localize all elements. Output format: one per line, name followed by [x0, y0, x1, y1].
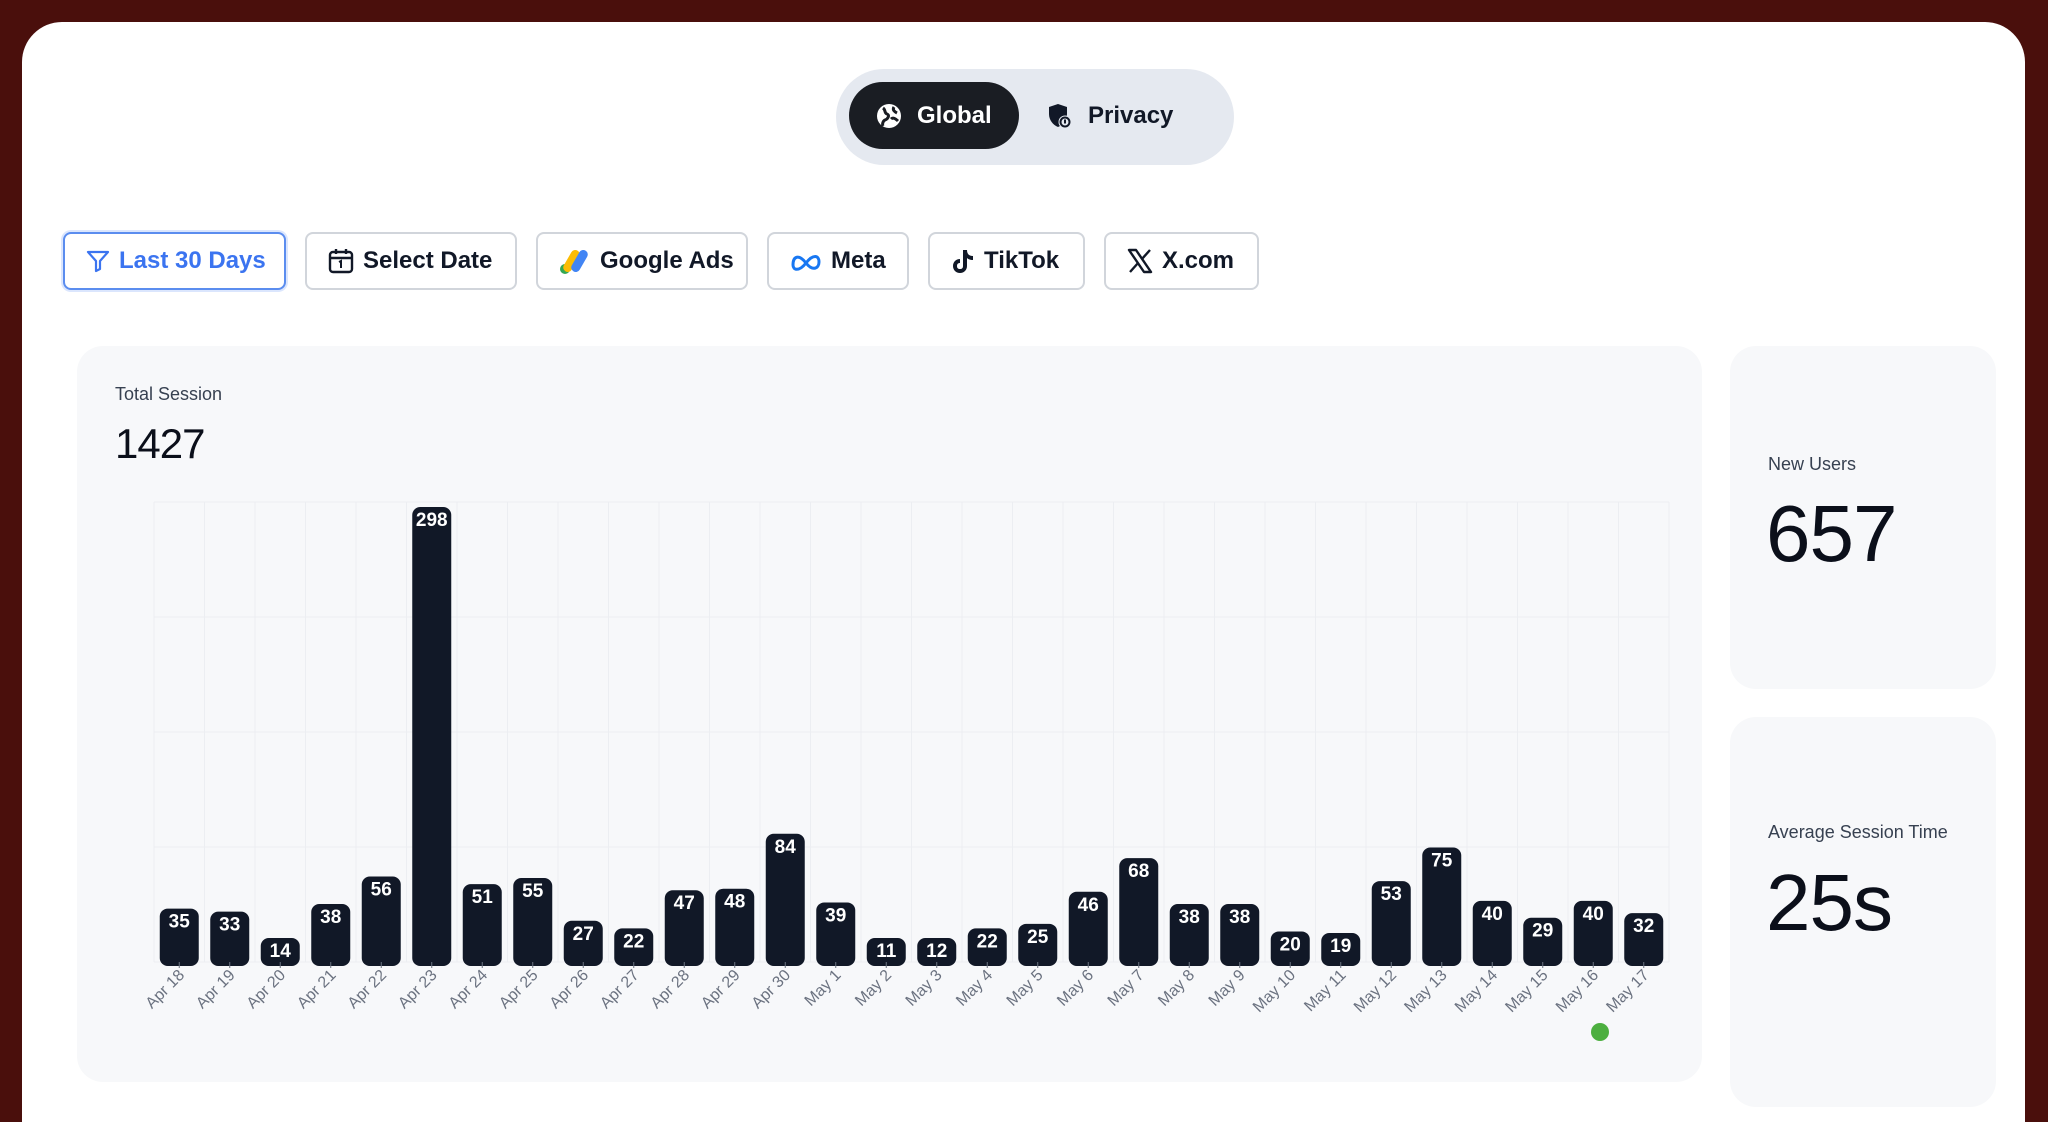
section-heading-clipped [44, 202, 214, 228]
x-tick-label: May 15 [1502, 967, 1551, 1016]
new-users-label: New Users [1768, 454, 1857, 474]
total-session-card: Total Session 1427 35 Apr 18 33 Apr 19 14 Apr… [77, 346, 1702, 1082]
x-tick-label: May 17 [1603, 967, 1652, 1016]
bar-value-label: 298 [416, 510, 448, 531]
bar-value-label: 27 [573, 924, 594, 945]
bar-value-label: 84 [775, 837, 797, 858]
bar-value-label: 39 [825, 905, 846, 926]
globe-icon [877, 103, 901, 128]
x-tick-label: May 10 [1250, 967, 1299, 1016]
x-tick-label: May 4 [953, 967, 996, 1010]
xcom-label: X.com [1162, 247, 1235, 274]
select-date-label: Select Date [363, 247, 493, 274]
tiktok-icon [953, 250, 973, 273]
x-tick-label: May 7 [1105, 967, 1148, 1010]
bar-value-label: 25 [1027, 927, 1049, 948]
x-tick-label: May 11 [1301, 967, 1349, 1015]
bar-value-label: 38 [1179, 907, 1200, 928]
sessions-bar-chart: 35 Apr 18 33 Apr 19 14 Apr 20 38 Apr 21 56 Apr 22… [143, 501, 1670, 1041]
avg-session-time-card: Average Session Time 25s [1730, 717, 1996, 1107]
bar-value-label: 51 [472, 887, 494, 908]
x-logo-icon [1127, 248, 1153, 274]
view-toggle: Global Privacy [836, 69, 1234, 165]
bar-value-label: 46 [1078, 895, 1099, 916]
bar-value-label: 48 [724, 892, 745, 913]
bar-value-label: 40 [1583, 904, 1604, 925]
bar-value-label: 38 [320, 907, 341, 928]
bar-value-label: 56 [371, 880, 392, 901]
bar-value-label: 29 [1532, 921, 1553, 942]
new-users-value: 657 [1766, 489, 1897, 578]
meta-label: Meta [831, 247, 886, 274]
global-toggle-button[interactable]: Global [849, 82, 1019, 149]
x-tick-label: Apr 25 [496, 967, 541, 1012]
bar-value-label: 22 [623, 931, 644, 952]
shield-lock-icon [1049, 103, 1072, 128]
bar-value-label: 20 [1280, 934, 1301, 955]
x-tick-label: Apr 19 [193, 967, 238, 1012]
google-ads-button[interactable]: Google Ads [536, 232, 748, 290]
last-30-days-label: Last 30 Days [119, 247, 266, 274]
x-tick-label: Apr 23 [395, 967, 440, 1012]
bar-value-label: 47 [674, 893, 695, 914]
section-heading-text [44, 205, 53, 228]
select-date-button[interactable]: Select Date [305, 232, 517, 290]
x-tick-label: May 5 [1004, 967, 1047, 1010]
bar-value-label: 14 [270, 941, 292, 962]
filter-icon [86, 250, 110, 273]
x-tick-label: Apr 29 [698, 967, 743, 1012]
privacy-toggle-button[interactable]: Privacy [1034, 82, 1224, 149]
xcom-button[interactable]: X.com [1104, 232, 1259, 290]
x-tick-label: May 13 [1401, 967, 1450, 1016]
bar-value-label: 19 [1330, 936, 1351, 957]
last-30-days-button[interactable]: Last 30 Days [63, 232, 286, 290]
bar-value-label: 35 [169, 912, 191, 933]
bar-value-label: 12 [926, 941, 947, 962]
x-tick-label: Apr 24 [446, 967, 491, 1012]
bar-value-label: 68 [1128, 861, 1149, 882]
x-tick-label: May 6 [1054, 967, 1097, 1010]
bar-value-label: 40 [1482, 904, 1503, 925]
global-toggle-label: Global [917, 101, 992, 129]
bar-value-label: 32 [1633, 916, 1654, 937]
privacy-toggle-label: Privacy [1088, 101, 1174, 129]
chart-bar[interactable] [412, 507, 452, 966]
x-tick-label: Apr 20 [244, 967, 289, 1012]
bar-value-label: 53 [1381, 884, 1402, 905]
bar-value-label: 33 [219, 915, 240, 936]
x-tick-label: May 2 [852, 967, 895, 1010]
status-dot [1591, 1023, 1609, 1041]
x-tick-label: Apr 26 [547, 967, 592, 1012]
new-users-card: New Users 657 [1730, 346, 1996, 689]
x-tick-label: Apr 27 [597, 967, 642, 1012]
avg-session-time-label: Average Session Time [1768, 822, 1948, 842]
google-ads-label: Google Ads [600, 247, 734, 274]
x-tick-label: May 9 [1206, 967, 1249, 1010]
tiktok-button[interactable]: TikTok [928, 232, 1085, 290]
x-tick-label: Apr 22 [345, 967, 390, 1012]
bar-value-label: 75 [1431, 851, 1453, 872]
avg-session-time-value: 25s [1766, 858, 1893, 947]
x-tick-label: May 8 [1155, 967, 1198, 1010]
meta-button[interactable]: Meta [767, 232, 909, 290]
bar-value-label: 11 [876, 941, 897, 962]
x-tick-label: May 16 [1553, 967, 1602, 1016]
bar-value-label: 38 [1229, 907, 1250, 928]
x-tick-label: May 3 [903, 967, 946, 1010]
bar-value-label: 22 [977, 931, 998, 952]
calendar-icon [328, 249, 354, 274]
x-tick-label: May 1 [802, 967, 845, 1010]
bar-value-label: 55 [522, 881, 544, 902]
x-tick-label: Apr 21 [294, 967, 339, 1012]
x-tick-label: Apr 18 [143, 967, 188, 1012]
filter-bar: Last 30 Days Select Date Google Ads Meta… [63, 232, 1259, 290]
google-ads-icon [560, 250, 588, 274]
meta-icon [791, 255, 821, 271]
app-window: Global Privacy Last 30 Days Select Date … [22, 22, 2025, 1122]
x-tick-label: Apr 30 [749, 967, 794, 1012]
x-tick-label: May 12 [1351, 967, 1400, 1016]
x-tick-label: Apr 28 [648, 967, 693, 1012]
x-tick-label: May 14 [1452, 967, 1501, 1016]
tiktok-label: TikTok [984, 247, 1060, 274]
